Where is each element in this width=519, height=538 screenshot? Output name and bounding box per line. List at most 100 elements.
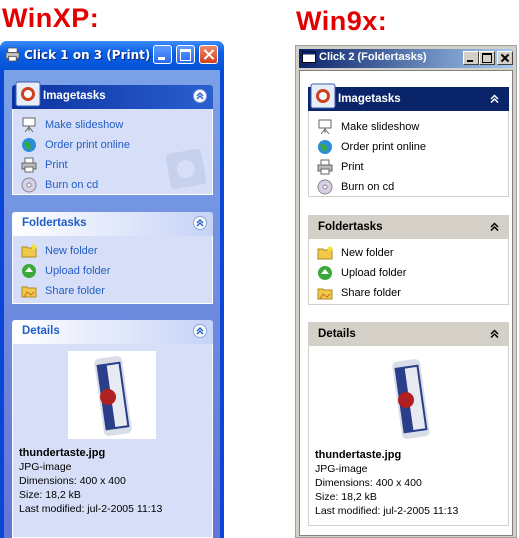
win9x-window: Click 2 (Foldertasks) Imagetasks Make sl… [295, 45, 517, 538]
slideshow-icon [318, 119, 332, 135]
collapse-chevron-icon[interactable] [193, 89, 207, 103]
task-pane: Imagetasks Make slideshow Order print on… [4, 70, 220, 538]
printer-icon [317, 159, 333, 175]
winxp-window: Click 1 on 3 (Print) Imagetasks Make sli… [0, 41, 224, 538]
task-make-slideshow[interactable]: Make slideshow [21, 117, 123, 133]
imagetasks-body: Make slideshow Order print online Print … [12, 109, 213, 195]
can-image [94, 356, 132, 436]
close-button[interactable] [199, 45, 218, 64]
task-print[interactable]: Print [317, 159, 364, 175]
file-dimensions: Dimensions: 400 x 400 [315, 477, 422, 489]
imagetasks-title: Imagetasks [338, 93, 401, 105]
foldertasks-header[interactable]: Foldertasks [308, 215, 509, 239]
task-order-print-online[interactable]: Order print online [317, 139, 426, 155]
task-label: Upload folder [45, 265, 111, 277]
task-label: Make slideshow [45, 119, 124, 131]
imagetasks-title: Imagetasks [43, 90, 106, 102]
window-title: Click 2 (Foldertasks) [319, 51, 427, 63]
printer-icon [5, 47, 20, 62]
winxp-heading: WinXP: [2, 3, 100, 33]
collapse-chevron-icon[interactable] [193, 324, 207, 338]
share-folder-icon [317, 288, 333, 300]
task-label: Upload folder [341, 267, 407, 279]
task-label: Share folder [45, 285, 105, 297]
file-dimensions: Dimensions: 400 x 400 [19, 475, 126, 487]
imagetasks-icon [310, 83, 336, 109]
collapse-chevron-icon[interactable] [490, 94, 499, 103]
task-new-folder[interactable]: New folder [21, 243, 98, 259]
task-burn-on-cd[interactable]: Burn on cd [21, 177, 98, 193]
file-size: Size: 18,2 kB [19, 489, 81, 501]
details-info: thundertaste.jpg JPG-image Dimensions: 4… [315, 448, 458, 518]
task-burn-on-cd[interactable]: Burn on cd [317, 179, 394, 195]
file-size: Size: 18,2 kB [315, 491, 377, 503]
new-folder-icon [317, 246, 333, 260]
globe-icon [318, 140, 332, 154]
xp-title-bar[interactable]: Click 1 on 3 (Print) [0, 41, 224, 70]
globe-icon [318, 266, 332, 280]
foldertasks-title: Foldertasks [22, 217, 87, 229]
image-thumbnail [366, 354, 454, 442]
foldertasks-body: New folder Upload folder Share folder [308, 239, 509, 305]
window-icon [302, 51, 316, 63]
file-modified: Last modified: jul-2-2005 11:13 [19, 503, 163, 515]
task-pane: Imagetasks Make slideshow Order print on… [299, 70, 513, 536]
task-new-folder[interactable]: New folder [317, 245, 394, 261]
close-button[interactable] [497, 51, 513, 65]
collapse-chevron-icon[interactable] [490, 329, 499, 338]
task-label: Make slideshow [341, 121, 420, 133]
details-title: Details [22, 325, 60, 337]
window-title: Click 1 on 3 (Print) [24, 48, 151, 62]
task-label: Order print online [341, 141, 426, 153]
slideshow-icon [22, 117, 36, 133]
task-label: Share folder [341, 287, 401, 299]
task-label: New folder [45, 245, 98, 257]
task-label: Order print online [45, 139, 130, 151]
file-type: JPG-image [19, 461, 72, 473]
task-print[interactable]: Print [21, 157, 68, 173]
foldertasks-body: New folder Upload folder Share folder [12, 236, 213, 304]
details-header[interactable]: Details [308, 322, 509, 346]
share-folder-icon [21, 286, 37, 298]
file-type: JPG-image [315, 463, 368, 475]
cd-icon [21, 177, 37, 193]
task-order-print-online[interactable]: Order print online [21, 137, 130, 153]
task-share-folder[interactable]: Share folder [317, 285, 401, 301]
can-image [392, 359, 430, 439]
file-name: thundertaste.jpg [315, 449, 402, 461]
maximize-button[interactable] [479, 51, 495, 65]
task-label: New folder [341, 247, 394, 259]
file-name: thundertaste.jpg [19, 447, 106, 459]
globe-icon [22, 138, 36, 152]
win9x-heading: Win9x: [296, 6, 388, 36]
minimize-button[interactable] [463, 51, 479, 65]
task-share-folder[interactable]: Share folder [21, 283, 105, 299]
task-upload-folder[interactable]: Upload folder [21, 263, 110, 279]
collapse-chevron-icon[interactable] [490, 222, 499, 231]
task-label: Burn on cd [45, 179, 99, 191]
task-upload-folder[interactable]: Upload folder [317, 265, 406, 281]
imagetasks-header[interactable]: Imagetasks [12, 81, 213, 109]
w9-title-bar[interactable]: Click 2 (Foldertasks) [299, 49, 513, 68]
file-modified: Last modified: jul-2-2005 11:13 [315, 505, 459, 517]
cd-icon [317, 179, 333, 195]
imagetasks-header[interactable]: Imagetasks [308, 83, 509, 111]
minimize-button[interactable] [153, 45, 172, 64]
watermark-image-icon [166, 149, 206, 189]
details-header[interactable]: Details [12, 320, 213, 344]
details-body: thundertaste.jpg JPG-image Dimensions: 4… [12, 344, 213, 538]
details-info: thundertaste.jpg JPG-image Dimensions: 4… [19, 446, 162, 516]
printer-icon [21, 157, 37, 173]
collapse-chevron-icon[interactable] [193, 216, 207, 230]
image-thumbnail [68, 351, 156, 439]
imagetasks-icon [15, 81, 41, 107]
foldertasks-header[interactable]: Foldertasks [12, 212, 213, 236]
details-body: thundertaste.jpg JPG-image Dimensions: 4… [308, 346, 509, 526]
task-label: Print [45, 159, 68, 171]
new-folder-icon [21, 244, 37, 258]
details-title: Details [318, 328, 356, 340]
foldertasks-title: Foldertasks [318, 221, 383, 233]
maximize-button[interactable] [176, 45, 195, 64]
task-make-slideshow[interactable]: Make slideshow [317, 119, 419, 135]
task-label: Print [341, 161, 364, 173]
